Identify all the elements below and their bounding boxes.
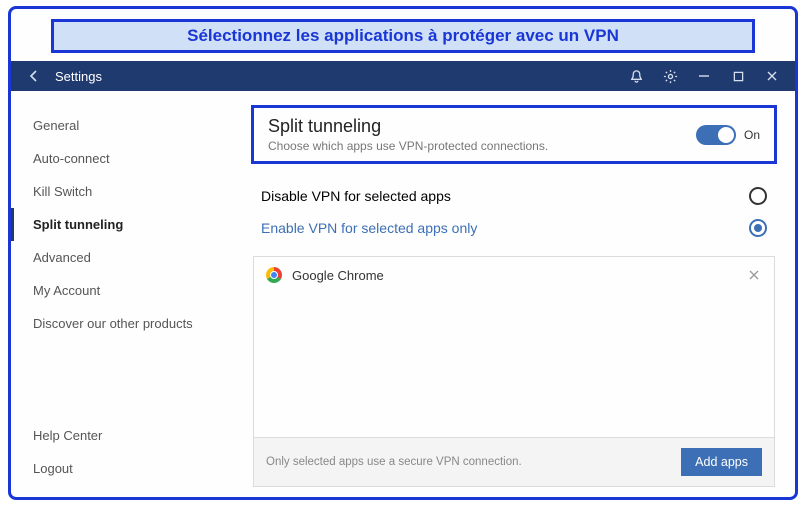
add-apps-button[interactable]: Add apps — [681, 448, 762, 476]
toggle-label: On — [744, 128, 760, 142]
close-icon — [749, 270, 759, 280]
feature-toggle[interactable]: On — [696, 125, 760, 145]
feature-title: Split tunneling — [268, 116, 696, 137]
sidebar-item-split-tunneling[interactable]: Split tunneling — [11, 208, 241, 241]
sidebar: General Auto-connect Kill Switch Split t… — [11, 91, 241, 497]
gear-icon — [663, 69, 678, 84]
sidebar-item-label: Discover our other products — [33, 316, 193, 331]
close-icon — [766, 70, 778, 82]
arrow-left-icon — [27, 69, 41, 83]
sidebar-item-label: Kill Switch — [33, 184, 92, 199]
sidebar-item-label: Logout — [33, 461, 73, 476]
toggle-switch-icon — [696, 125, 736, 145]
sidebar-item-advanced[interactable]: Advanced — [11, 241, 241, 274]
titlebar: Settings — [11, 61, 795, 91]
feature-subtitle: Choose which apps use VPN-protected conn… — [268, 139, 696, 153]
close-window-button[interactable] — [755, 61, 789, 91]
sidebar-item-discover[interactable]: Discover our other products — [11, 307, 241, 340]
settings-gear-button[interactable] — [653, 61, 687, 91]
back-button[interactable] — [23, 65, 45, 87]
sidebar-item-label: Auto-connect — [33, 151, 110, 166]
minimize-icon — [698, 70, 710, 82]
content-area: General Auto-connect Kill Switch Split t… — [11, 91, 795, 497]
radio-enable-vpn-only[interactable]: Enable VPN for selected apps only — [253, 212, 775, 244]
sidebar-item-label: General — [33, 118, 79, 133]
chrome-icon — [266, 267, 282, 283]
banner-text: Sélectionnez les applications à protéger… — [187, 26, 619, 46]
apps-footer-text: Only selected apps use a secure VPN conn… — [266, 456, 522, 468]
maximize-icon — [733, 71, 744, 82]
apps-list: Google Chrome Only selected apps use a s… — [253, 256, 775, 487]
sidebar-item-my-account[interactable]: My Account — [11, 274, 241, 307]
maximize-button[interactable] — [721, 61, 755, 91]
app-row: Google Chrome — [254, 257, 774, 293]
sidebar-item-label: Advanced — [33, 250, 91, 265]
sidebar-item-label: Help Center — [33, 428, 102, 443]
sidebar-item-kill-switch[interactable]: Kill Switch — [11, 175, 241, 208]
radio-label: Disable VPN for selected apps — [261, 188, 451, 204]
instruction-banner: Sélectionnez les applications à protéger… — [51, 19, 755, 53]
sidebar-item-logout[interactable]: Logout — [11, 452, 241, 485]
radio-icon — [749, 187, 767, 205]
sidebar-item-general[interactable]: General — [11, 109, 241, 142]
sidebar-item-label: Split tunneling — [33, 217, 123, 232]
main-panel: Split tunneling Choose which apps use VP… — [241, 91, 795, 497]
remove-app-button[interactable] — [746, 267, 762, 283]
notifications-button[interactable] — [619, 61, 653, 91]
window-title: Settings — [55, 69, 102, 84]
feature-header: Split tunneling Choose which apps use VP… — [251, 105, 777, 164]
app-name: Google Chrome — [292, 268, 384, 283]
app-window: Sélectionnez les applications à protéger… — [8, 6, 798, 500]
mode-radio-group: Disable VPN for selected apps Enable VPN… — [253, 180, 775, 244]
radio-disable-vpn[interactable]: Disable VPN for selected apps — [253, 180, 775, 212]
radio-label: Enable VPN for selected apps only — [261, 220, 477, 236]
minimize-button[interactable] — [687, 61, 721, 91]
sidebar-item-help-center[interactable]: Help Center — [11, 419, 241, 452]
radio-icon — [749, 219, 767, 237]
bell-icon — [629, 69, 644, 84]
sidebar-item-auto-connect[interactable]: Auto-connect — [11, 142, 241, 175]
sidebar-item-label: My Account — [33, 283, 100, 298]
apps-footer: Only selected apps use a secure VPN conn… — [254, 437, 774, 486]
